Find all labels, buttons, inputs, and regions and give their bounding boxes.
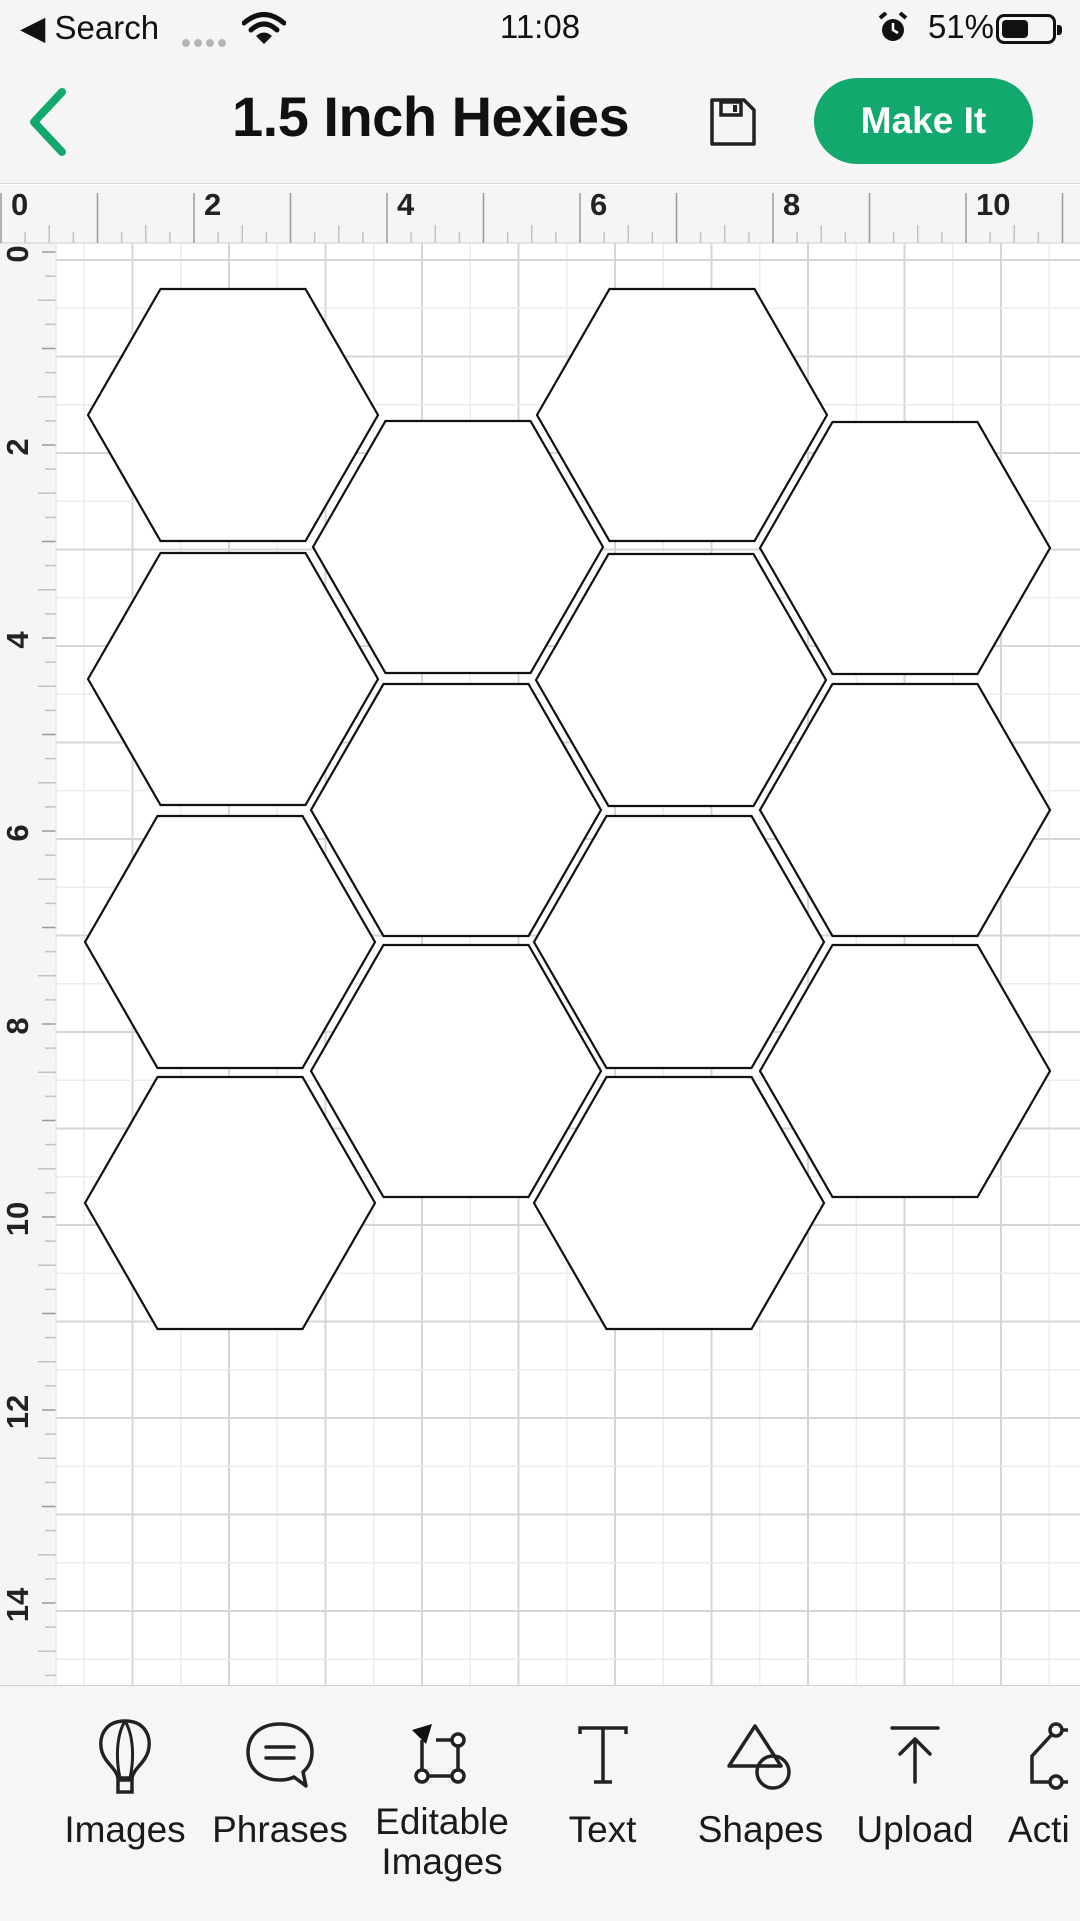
text-t-icon: [577, 1726, 628, 1784]
toolbar-label-images: Images: [64, 1809, 186, 1850]
status-bar: ◀ Search 11:08 51%: [0, 0, 1080, 60]
ruler-top-label: 4: [397, 187, 415, 222]
actions-icon: [1030, 1722, 1068, 1790]
toolbar-label-editable-images: Editable Images: [375, 1801, 509, 1882]
toolbar-label-upload: Upload: [856, 1809, 974, 1850]
editable-image-icon: [412, 1724, 466, 1784]
status-time: 11:08: [499, 8, 581, 45]
toolbar-shapes[interactable]: Shapes: [688, 1716, 833, 1850]
hexagon-shape[interactable]: [83, 814, 377, 1070]
ruler-left-label: 4: [0, 631, 35, 649]
ruler-left-label: 8: [0, 1017, 35, 1034]
toolbar-label-phrases: Phrases: [212, 1809, 348, 1850]
toolbar-images[interactable]: Images: [45, 1716, 205, 1850]
toolbar-upload[interactable]: Upload: [845, 1716, 985, 1850]
ruler-top-label: 0: [11, 187, 28, 222]
ruler-left-label: 12: [0, 1395, 35, 1429]
hexagon-shape[interactable]: [83, 1075, 377, 1331]
battery-icon: [996, 14, 1062, 44]
alarm-clock-icon: [878, 12, 908, 41]
toolbar-label-shapes: Shapes: [697, 1809, 824, 1850]
bottom-toolbar: Images Phrases Editable Images Text Shape…: [0, 1685, 1080, 1921]
toolbar-phrases[interactable]: Phrases: [205, 1716, 355, 1850]
ruler-left-label: 0: [0, 245, 35, 262]
lightbulb-balloon-icon: [99, 1719, 151, 1794]
ruler-left-label: 14: [0, 1587, 35, 1622]
toolbar-label-actions: Acti: [1008, 1809, 1070, 1850]
hexagon-shape[interactable]: [758, 682, 1052, 938]
upload-arrow-icon: [890, 1726, 940, 1784]
save-icon[interactable]: [706, 96, 758, 148]
ruler-top-label: 2: [204, 187, 221, 222]
project-title[interactable]: 1.5 Inch Hexies: [232, 84, 672, 149]
ruler-left-label: 10: [0, 1202, 35, 1236]
ruler-top-label: 6: [590, 187, 607, 222]
toolbar-text[interactable]: Text: [540, 1716, 665, 1850]
left-ruler: [0, 185, 56, 1685]
toolbar-actions[interactable]: Acti: [1008, 1716, 1080, 1850]
toolbar-label-text: Text: [568, 1809, 637, 1850]
ruler-left-label: 2: [0, 438, 35, 455]
design-canvas[interactable]: 0 2 4 6 8 10 0 2 4 6 8 10 12 14: [0, 185, 1080, 1685]
hexagon-shape[interactable]: [311, 419, 605, 675]
battery-percentage: 51%: [927, 8, 994, 45]
toolbar-editable-images[interactable]: Editable Images: [362, 1716, 522, 1882]
ruler-left-label: 6: [0, 824, 35, 841]
canvas-grid[interactable]: 0 2 4 6 8 10 0 2 4 6 8 10 12 14: [0, 185, 1080, 1685]
hexagon-shape[interactable]: [758, 420, 1052, 676]
hexagon-shape[interactable]: [758, 943, 1052, 1199]
back-chevron-icon[interactable]: [20, 82, 80, 162]
hexagon-shape[interactable]: [532, 1075, 826, 1331]
ruler-top-label: 8: [783, 187, 800, 222]
hexagon-shape[interactable]: [535, 287, 829, 543]
hexagon-shape[interactable]: [534, 552, 828, 808]
project-header: 1.5 Inch Hexies Make It: [0, 60, 1080, 184]
ruler-top-label: 10: [976, 187, 1010, 222]
make-it-button[interactable]: Make It: [814, 78, 1033, 164]
shapes-icon: [726, 1724, 791, 1790]
speech-bubble-icon: [246, 1722, 314, 1788]
